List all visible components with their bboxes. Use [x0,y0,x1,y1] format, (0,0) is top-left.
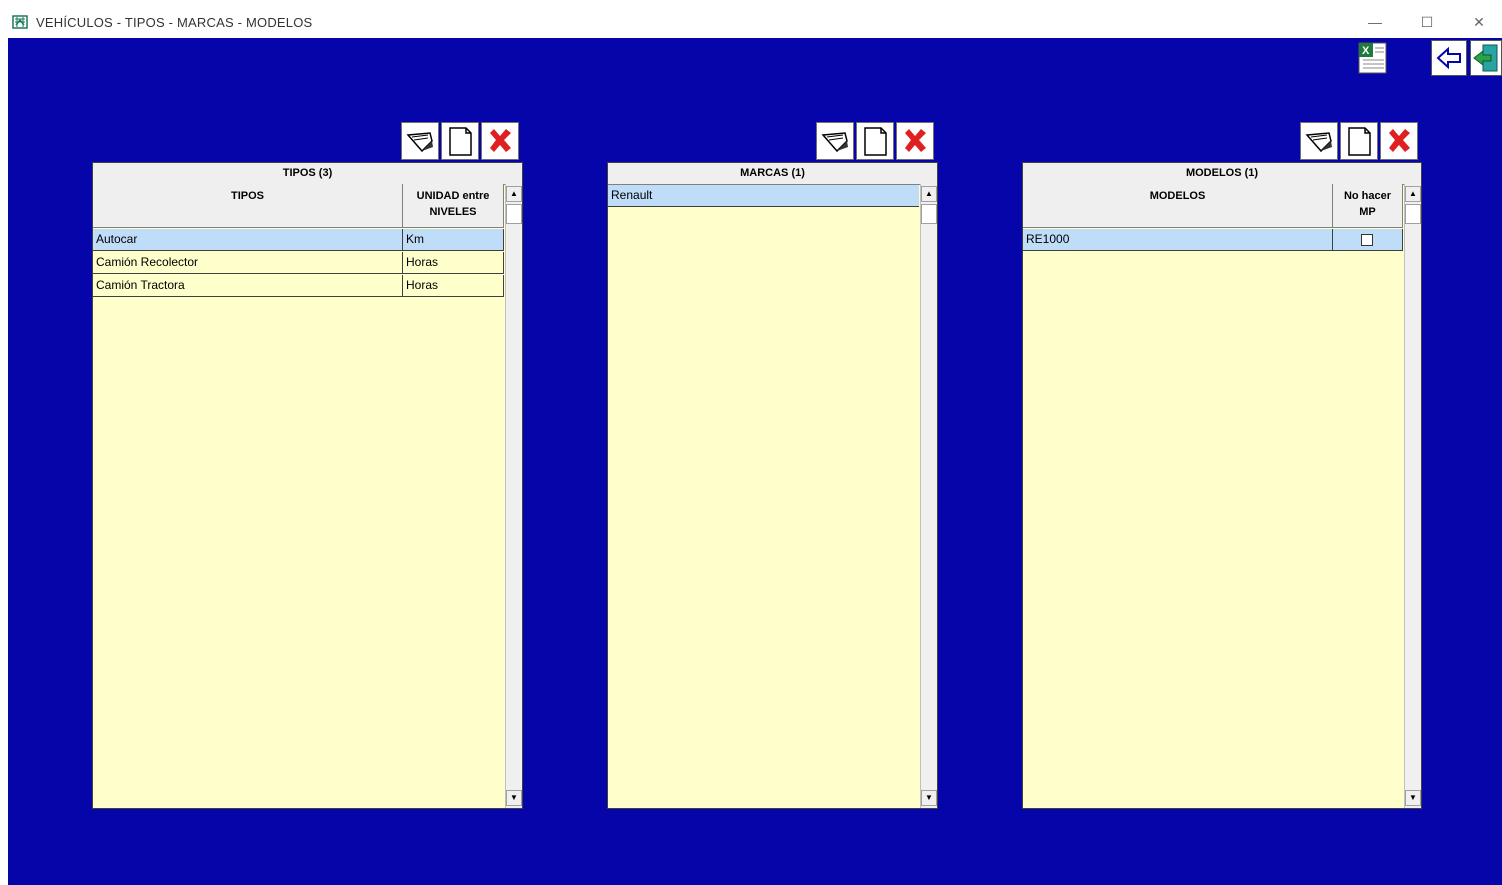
modelo-name: RE1000 [1023,229,1333,250]
no-mp-cell [1333,229,1403,250]
back-arrow-icon [1436,46,1461,70]
excel-export-button[interactable]: X [1355,40,1390,76]
scroll-thumb[interactable] [506,204,522,224]
tipo-unit: Horas [403,275,504,296]
maximize-button[interactable]: ☐ [1404,8,1450,36]
tipo-unit: Horas [403,252,504,273]
marcas-panel: MARCAS (1) Renault ▲ ▼ [607,162,938,809]
tipos-edit-button[interactable] [401,122,439,160]
scroll-down-icon[interactable]: ▼ [1405,790,1421,806]
marcas-delete-button[interactable] [896,122,934,160]
tipo-name: Autocar [93,229,403,250]
tipos-delete-button[interactable] [481,122,519,160]
tipo-name: Camión Tractora [93,275,403,296]
window-title: VEHÍCULOS - TIPOS - MARCAS - MODELOS [36,15,313,30]
scroll-up-icon[interactable]: ▲ [1405,186,1421,202]
edit-pencil-icon [821,132,848,153]
edit-pencil-icon [1305,132,1332,153]
tipos-row[interactable]: Autocar Km [93,229,504,251]
modelos-row[interactable]: RE1000 [1023,229,1403,251]
svg-text:X: X [1362,45,1370,57]
excel-export-icon: X [1358,42,1387,74]
scroll-thumb[interactable] [1405,204,1421,224]
delete-x-icon [490,129,511,152]
modelos-scrollbar[interactable]: ▲ ▼ [1404,184,1421,808]
scroll-thumb[interactable] [921,204,937,224]
exit-door-icon [1473,44,1498,72]
modelos-panel: MODELOS (1) MODELOS No hacer MP RE1000 ▲… [1022,162,1422,809]
modelos-title: MODELOS (1) [1023,163,1421,185]
tipos-row[interactable]: Camión Recolector Horas [93,252,504,274]
new-document-icon [864,127,887,156]
tipos-new-button[interactable] [441,122,479,160]
new-document-icon [1348,127,1371,156]
modelos-edit-button[interactable] [1300,122,1338,160]
scroll-down-icon[interactable]: ▼ [506,790,522,806]
edit-pencil-icon [406,132,433,153]
no-mp-column-header[interactable]: No hacer MP [1333,184,1403,228]
scroll-up-icon[interactable]: ▲ [506,186,522,202]
modelos-delete-button[interactable] [1380,122,1418,160]
tipos-column-header[interactable]: TIPOS [93,184,403,228]
marcas-scrollbar[interactable]: ▲ ▼ [920,184,937,808]
scroll-up-icon[interactable]: ▲ [921,186,937,202]
tipo-unit: Km [403,229,504,250]
marca-name: Renault [611,188,653,202]
modelos-new-button[interactable] [1340,122,1378,160]
marcas-new-button[interactable] [856,122,894,160]
modelos-column-header[interactable]: MODELOS [1023,184,1333,228]
delete-x-icon [905,129,926,152]
tipos-row[interactable]: Camión Tractora Horas [93,275,504,297]
tipos-panel: TIPOS (3) TIPOS UNIDAD entre NIVELES Aut… [92,162,523,809]
marcas-edit-button[interactable] [816,122,854,160]
exit-button[interactable] [1470,40,1502,76]
tipos-title: TIPOS (3) [93,163,522,185]
no-mp-checkbox[interactable] [1361,234,1373,246]
back-button[interactable] [1431,40,1467,76]
tipos-scrollbar[interactable]: ▲ ▼ [505,184,522,808]
unidad-column-header[interactable]: UNIDAD entre NIVELES [403,184,504,228]
close-button[interactable]: ✕ [1456,8,1502,36]
tipo-name: Camión Recolector [93,252,403,273]
app-icon [12,15,28,29]
new-document-icon [449,127,472,156]
title-bar: VEHÍCULOS - TIPOS - MARCAS - MODELOS — ☐… [0,0,1502,38]
minimize-button[interactable]: — [1352,8,1398,36]
delete-x-icon [1389,129,1410,152]
marcas-row[interactable]: Renault [608,185,919,207]
scroll-down-icon[interactable]: ▼ [921,790,937,806]
marcas-title: MARCAS (1) [608,163,937,185]
